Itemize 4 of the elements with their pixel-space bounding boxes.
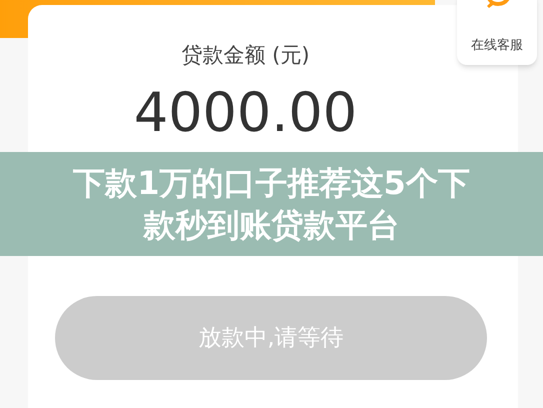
customer-service-button[interactable]: 在线客服 xyxy=(457,0,537,65)
title-banner: 下款1万的口子推荐这5个下款秒到账贷款平台 xyxy=(0,152,543,256)
amount-label: 贷款金额 (元) xyxy=(181,42,310,69)
loan-amount: 4000.00 xyxy=(134,86,358,140)
